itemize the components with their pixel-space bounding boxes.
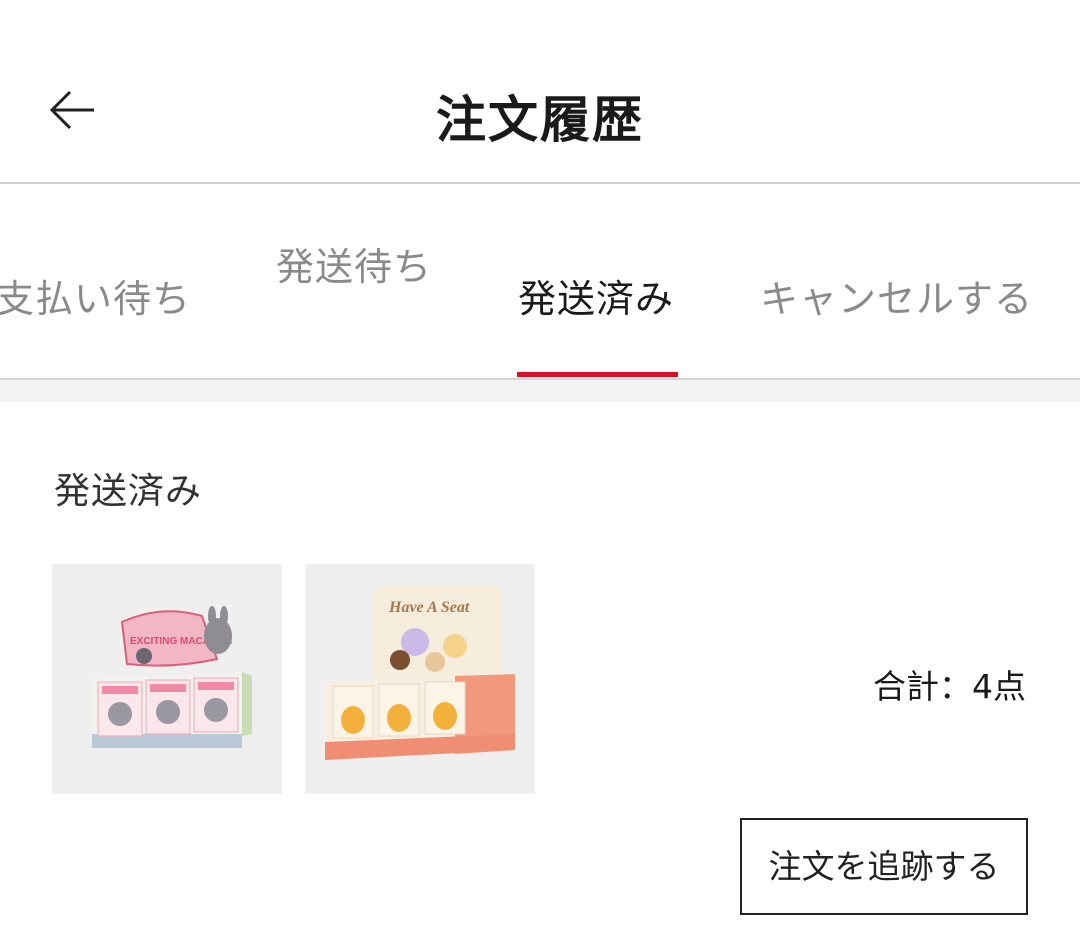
tab-awaiting-payment[interactable]: 支払い待ち xyxy=(0,268,191,323)
active-tab-indicator xyxy=(517,372,678,377)
order-total-count: 合計：4点 xyxy=(873,667,1026,706)
section-divider xyxy=(0,380,1080,402)
box-art-text: Have A Seat xyxy=(388,599,470,616)
order-status-tabs: 支払い待ち 発送待ち 発送済み キャンセルする xyxy=(0,186,1080,380)
order-status-label: 発送済み xyxy=(54,471,203,512)
product-thumbnail-1[interactable]: EXCITING MACARON xyxy=(52,564,282,794)
order-card: 発送済み EXCITING MACARON Have A Seat 合計：4点 … xyxy=(0,402,1080,940)
page-title: 注文履歴 xyxy=(436,91,644,149)
tab-awaiting-shipment[interactable]: 発送待ち xyxy=(276,236,432,291)
product-image-have-a-seat: Have A Seat xyxy=(305,564,535,794)
app-header: 注文履歴 xyxy=(0,0,1080,184)
product-thumbnail-2[interactable]: Have A Seat xyxy=(305,564,535,794)
tab-shipped[interactable]: 発送済み xyxy=(518,268,674,323)
track-order-button[interactable]: 注文を追跡する xyxy=(740,818,1028,915)
product-image-macaron: EXCITING MACARON xyxy=(52,564,282,794)
tab-cancelled[interactable]: キャンセルする xyxy=(760,268,1033,323)
